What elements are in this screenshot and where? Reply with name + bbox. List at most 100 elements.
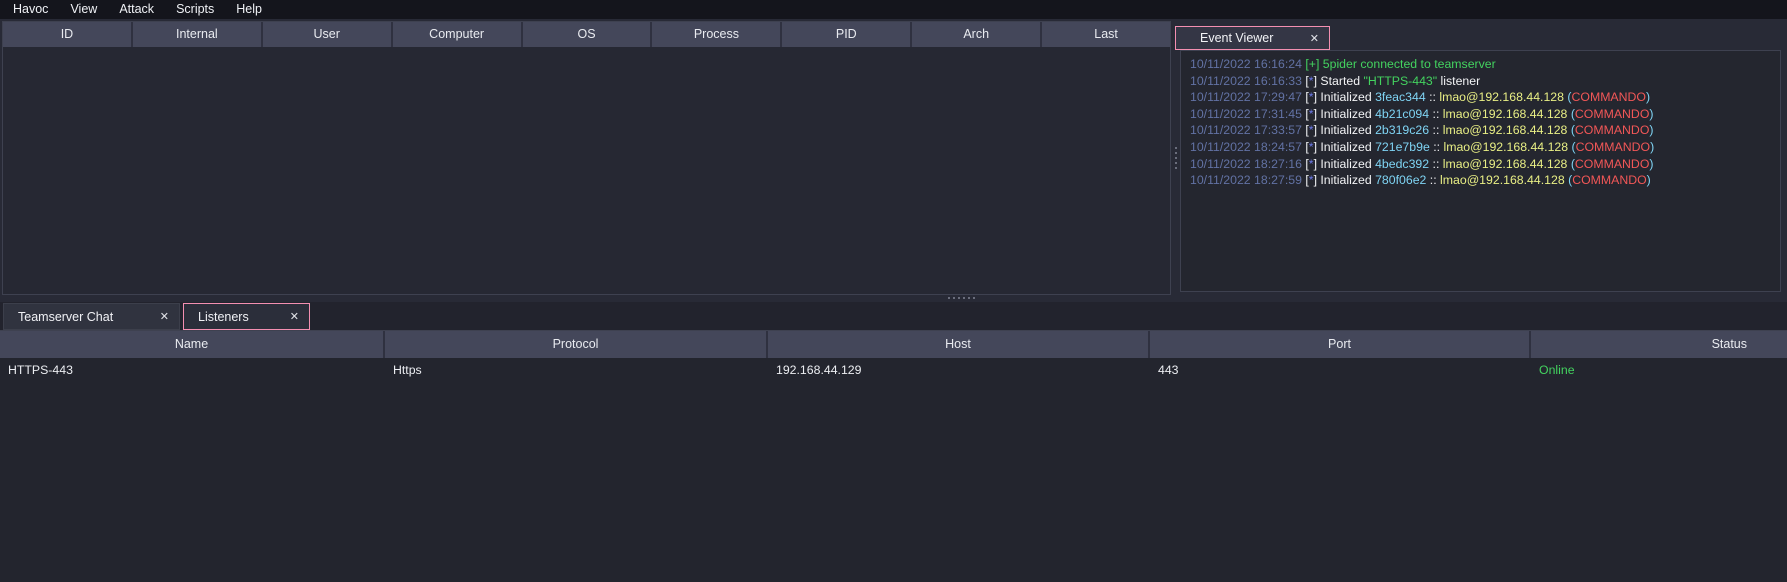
sessions-column-header-os[interactable]: OS [523,22,653,47]
close-icon[interactable]: ✕ [1310,32,1319,45]
listeners-column-header-status[interactable]: Status [1531,331,1787,358]
log-segment-red: COMMANDO [1575,123,1649,137]
log-segment-red: COMMANDO [1572,173,1646,187]
listener-cell-status: Online [1531,363,1787,377]
log-timestamp: 10/11/2022 18:24:57 [1190,140,1305,154]
log-segment-cyan: ) [1646,90,1650,104]
log-segment-white: :: [1429,157,1443,171]
tab-teamserver-chat[interactable]: Teamserver Chat ✕ [3,303,180,330]
log-segment-cyan: ( [1567,123,1575,137]
log-entry: 10/11/2022 16:16:33 [*] Started "HTTPS-4… [1190,73,1776,90]
sessions-column-header-arch[interactable]: Arch [912,22,1042,47]
log-segment-cyan: ) [1649,157,1653,171]
log-segment-yellow: lmao@192.168.44.128 [1439,90,1564,104]
log-segment-white: ] Initialized [1314,157,1376,171]
menu-item-view[interactable]: View [59,0,108,19]
log-segment-white: ] Initialized [1314,90,1376,104]
log-segment-red: COMMANDO [1575,157,1649,171]
log-entry: 10/11/2022 18:27:16 [*] Initialized 4bed… [1190,156,1776,173]
log-segment-white: ] Initialized [1314,123,1376,137]
splitter-dot [1175,167,1177,169]
tab-listeners-label: Listeners [198,310,249,324]
menu-item-scripts[interactable]: Scripts [165,0,225,19]
listener-cell-host: 192.168.44.129 [768,363,1150,377]
menu-item-havoc[interactable]: Havoc [2,0,59,19]
log-segment-green: [+] 5pider connected to teamserver [1305,57,1495,71]
log-timestamp: 10/11/2022 18:27:59 [1190,173,1305,187]
tab-listeners[interactable]: Listeners ✕ [183,303,310,330]
log-segment-white: ] Started [1314,74,1364,88]
sessions-column-header-user[interactable]: User [263,22,393,47]
horizontal-splitter-handle[interactable] [0,294,1787,302]
menu-item-attack[interactable]: Attack [108,0,165,19]
splitter-dot [1175,147,1177,149]
close-icon[interactable]: ✕ [160,310,169,323]
listeners-column-header-protocol[interactable]: Protocol [385,331,768,358]
log-segment-cyan: ) [1647,173,1651,187]
log-timestamp: 10/11/2022 18:27:16 [1190,157,1305,171]
log-segment-cyan: ( [1564,90,1572,104]
listeners-panel: NameProtocolHostPortStatus HTTPS-443Http… [0,330,1787,582]
log-segment-cyan: ) [1650,140,1654,154]
splitter-dot [1175,152,1177,154]
listeners-column-header-name[interactable]: Name [0,331,385,358]
log-entry: 10/11/2022 18:27:59 [*] Initialized 780f… [1190,172,1776,189]
log-segment-white: ] Initialized [1314,140,1376,154]
sessions-panel: IDInternalUserComputerOSProcessPIDArchLa… [2,21,1171,295]
log-segment-green: "HTTPS-443" [1363,74,1437,88]
log-segment-cyan: 721e7b9e [1375,140,1430,154]
splitter-dot [1175,162,1177,164]
listeners-table-body: HTTPS-443Https192.168.44.129443Online [0,358,1787,381]
log-segment-red: COMMANDO [1575,107,1649,121]
sessions-column-header-process[interactable]: Process [652,22,782,47]
menu-bar: HavocViewAttackScriptsHelp [0,0,1787,19]
listener-cell-name: HTTPS-443 [0,363,385,377]
log-segment-white: :: [1426,90,1440,104]
log-segment-cyan: ) [1649,107,1653,121]
log-segment-white: :: [1429,123,1443,137]
sessions-column-header-id[interactable]: ID [3,22,133,47]
log-segment-white: ] Initialized [1314,173,1376,187]
listener-cell-port: 443 [1150,363,1531,377]
log-timestamp: 10/11/2022 17:31:45 [1190,107,1305,121]
listeners-column-header-host[interactable]: Host [768,331,1150,358]
splitter-dot [1175,157,1177,159]
log-segment-cyan: 2b319c26 [1375,123,1429,137]
log-segment-white: :: [1429,107,1443,121]
log-segment-white: ] Initialized [1314,107,1376,121]
sessions-table-body[interactable] [3,47,1170,294]
log-timestamp: 10/11/2022 16:16:33 [1190,74,1305,88]
log-segment-cyan: ( [1568,140,1576,154]
listener-row[interactable]: HTTPS-443Https192.168.44.129443Online [0,358,1787,381]
log-entry: 10/11/2022 18:24:57 [*] Initialized 721e… [1190,139,1776,156]
log-segment-white: :: [1426,173,1440,187]
log-timestamp: 10/11/2022 17:33:57 [1190,123,1305,137]
log-segment-cyan: 4b21c094 [1375,107,1429,121]
log-entry: 10/11/2022 17:31:45 [*] Initialized 4b21… [1190,106,1776,123]
sessions-column-header-last[interactable]: Last [1042,22,1170,47]
tab-event-viewer[interactable]: Event Viewer ✕ [1175,26,1330,50]
log-segment-cyan: 780f06e2 [1375,173,1426,187]
listeners-column-header-port[interactable]: Port [1150,331,1531,358]
event-log[interactable]: 10/11/2022 16:16:24 [+] 5pider connected… [1180,50,1781,292]
sessions-table-header: IDInternalUserComputerOSProcessPIDArchLa… [3,22,1170,47]
log-segment-yellow: lmao@192.168.44.128 [1443,123,1568,137]
sessions-column-header-computer[interactable]: Computer [393,22,523,47]
vertical-splitter-handle[interactable] [1171,21,1180,295]
log-entry: 10/11/2022 17:29:47 [*] Initialized 3fea… [1190,89,1776,106]
sessions-column-header-internal[interactable]: Internal [133,22,263,47]
tab-event-viewer-label: Event Viewer [1200,31,1273,45]
log-timestamp: 10/11/2022 16:16:24 [1190,57,1305,71]
event-viewer-panel: Event Viewer ✕ 10/11/2022 16:16:24 [+] 5… [1180,21,1785,295]
log-entry: 10/11/2022 17:33:57 [*] Initialized 2b31… [1190,122,1776,139]
close-icon[interactable]: ✕ [290,310,299,323]
splitter-dots [948,297,975,299]
log-segment-cyan: 4bedc392 [1375,157,1429,171]
bottom-tab-bar: Teamserver Chat ✕ Listeners ✕ [0,302,1787,330]
log-segment-cyan: ( [1567,107,1575,121]
log-segment-yellow: lmao@192.168.44.128 [1443,107,1568,121]
listener-cell-protocol: Https [385,363,768,377]
log-segment-red: COMMANDO [1576,140,1650,154]
menu-item-help[interactable]: Help [225,0,273,19]
sessions-column-header-pid[interactable]: PID [782,22,912,47]
